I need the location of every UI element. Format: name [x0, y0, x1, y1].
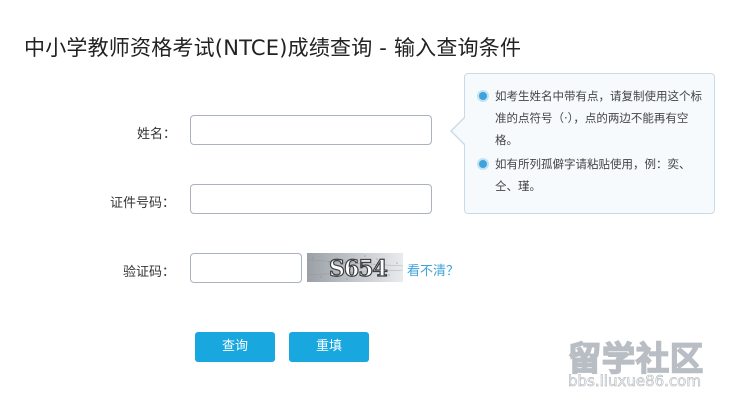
tip-item: 如考生姓名中带有点，请复制使用这个标准的点符号（·），点的两边不能再有空格。 — [477, 85, 705, 151]
watermark-url: bbs.liuxue86.com — [568, 372, 702, 391]
tip-arrow-fill — [452, 118, 465, 144]
captcha-code: S654 — [329, 256, 388, 282]
name-input[interactable] — [190, 115, 432, 145]
captcha-input[interactable] — [190, 253, 302, 283]
tip-text: 如考生姓名中带有点，请复制使用这个标准的点符号（·），点的两边不能再有空格。 — [495, 89, 702, 147]
tip-box: 如考生姓名中带有点，请复制使用这个标准的点符号（·），点的两边不能再有空格。 如… — [464, 73, 715, 214]
id-number-label: 证件号码： — [110, 196, 176, 211]
refresh-captcha-link[interactable]: 看不清？ — [407, 260, 459, 279]
captcha-graphic: S654 — [307, 253, 403, 282]
captcha-label: 验证码： — [123, 265, 176, 280]
query-button[interactable]: 查询 — [195, 332, 275, 362]
reset-button[interactable]: 重填 — [289, 332, 369, 362]
query-page: 中小学教师资格考试(NTCE)成绩查询 - 输入查询条件 姓名： 证件号码： 验… — [0, 0, 733, 406]
site-watermark: 留学社区 bbs.liuxue86.com — [560, 332, 730, 402]
tip-item: 如有所列孤僻字请粘贴使用，例：奕、仝、瑾。 — [477, 153, 705, 197]
captcha-image[interactable]: S654 — [307, 253, 403, 282]
name-label: 姓名： — [137, 127, 177, 142]
bullet-icon — [477, 158, 489, 170]
page-title: 中小学教师资格考试(NTCE)成绩查询 - 输入查询条件 — [24, 36, 522, 60]
tip-text: 如有所列孤僻字请粘贴使用，例：奕、仝、瑾。 — [495, 157, 691, 193]
bullet-icon — [477, 90, 489, 102]
id-number-input[interactable] — [190, 184, 432, 214]
